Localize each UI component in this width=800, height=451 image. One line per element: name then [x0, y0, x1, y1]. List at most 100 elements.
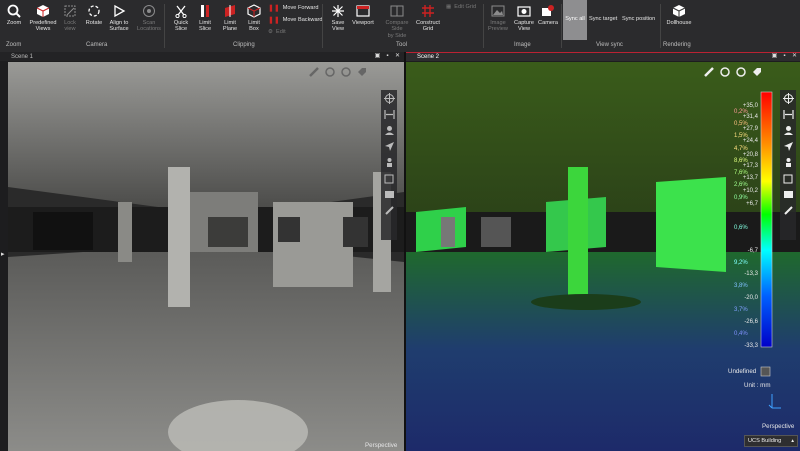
cube-icon — [34, 2, 52, 20]
scene1-viewport[interactable]: Perspective — [8, 62, 404, 451]
scan-location-icon — [140, 2, 158, 20]
move-forward-button[interactable]: ❚❚ Move Forward — [268, 4, 318, 12]
photo-icon[interactable] — [781, 186, 795, 202]
grid-icon — [419, 2, 437, 20]
group-label-view-sync: View sync — [596, 42, 623, 48]
pawn-icon[interactable] — [781, 154, 795, 170]
deviation-percent: 9,2% — [734, 260, 748, 266]
pawn-icon[interactable] — [382, 154, 396, 170]
ucs-dropdown[interactable]: UCS Building ▴ — [744, 435, 798, 447]
scene2-title-bar: Scene 2 — [406, 52, 800, 61]
fit-icon[interactable] — [382, 106, 396, 122]
scissors-icon — [172, 2, 190, 20]
scale-label: -20,0 — [744, 295, 758, 301]
deviation-percent: 0,9% — [734, 195, 748, 201]
rotate-button[interactable]: Rotate — [80, 2, 108, 26]
box-view-icon[interactable] — [781, 170, 795, 186]
scene2-viewport[interactable]: +35,0 +31,4 +27,9 +24,4 +20,8 +17,3 +13,… — [406, 62, 800, 451]
sync-target-button[interactable]: Sync target — [589, 16, 617, 22]
move-backward-button[interactable]: ❚❚ Move Backward — [268, 16, 323, 24]
move-backward-icon: ❚❚ — [268, 17, 280, 24]
camera-button[interactable]: Camera — [534, 2, 562, 26]
zoom-button[interactable]: Zoom — [0, 2, 28, 26]
fit-icon[interactable] — [781, 106, 795, 122]
navigate-icon[interactable] — [382, 138, 396, 154]
link-icon[interactable] — [781, 202, 795, 218]
sync-position-button[interactable]: Sync position — [622, 16, 655, 22]
viewport-button[interactable]: Viewport — [349, 2, 377, 26]
scale-label: +10,2 — [742, 188, 758, 194]
scene1-pin-button[interactable]: ▣ — [374, 53, 381, 60]
target-icon[interactable] — [382, 90, 396, 106]
scale-label: -6,7 — [747, 248, 758, 254]
scene2-pin-button[interactable]: ▣ — [771, 53, 778, 60]
scene1-maximize-button[interactable]: ▪ — [384, 53, 391, 60]
group-label-clipping: Clipping — [233, 42, 255, 48]
clipping-edit-button[interactable]: ⚙ Edit — [268, 29, 286, 35]
align-surface-icon — [110, 2, 128, 20]
image-preview-button[interactable]: Image Preview — [484, 2, 512, 33]
tag-icon[interactable] — [751, 66, 763, 78]
compare-side-by-side-button[interactable]: Compare Side by Side — [380, 2, 414, 39]
save-view-button[interactable]: Save View — [324, 2, 352, 33]
person-icon[interactable] — [382, 122, 396, 138]
deviation-percent: 4,7% — [734, 146, 748, 152]
scene2-close-button[interactable]: ✕ — [791, 53, 798, 60]
construct-grid-button[interactable]: Construct Grid — [414, 2, 442, 33]
ribbon-toolbar: Zoom Predefined Views Lock view Rotate A… — [0, 0, 800, 53]
separator — [660, 4, 661, 48]
group-label-zoom: Zoom — [6, 42, 22, 48]
scan-locations-button[interactable]: Scan Locations — [135, 2, 163, 33]
align-to-surface-button[interactable]: Align to Surface — [105, 2, 133, 33]
measure-point-icon[interactable] — [324, 66, 336, 78]
magnifier-icon — [5, 2, 23, 20]
image-icon — [489, 2, 507, 20]
measure-point-icon[interactable] — [719, 66, 731, 78]
rotate-icon — [85, 2, 103, 20]
deviation-percent: 0,4% — [734, 331, 748, 337]
save-view-icon — [329, 2, 347, 20]
deviation-percent: 2,6% — [734, 182, 748, 188]
measure-angle-icon[interactable] — [340, 66, 352, 78]
edit-grid-button[interactable]: ▦ Edit Grid — [446, 4, 476, 10]
ruler-icon[interactable] — [308, 66, 320, 78]
scene2-measure-tools — [703, 66, 763, 78]
scene2-maximize-button[interactable]: ▪ — [781, 53, 788, 60]
group-label-image: Image — [514, 42, 531, 48]
group-label-tool: Tool — [396, 42, 408, 48]
tag-icon[interactable] — [356, 66, 368, 78]
limit-box-button[interactable]: Limit Box — [240, 2, 268, 33]
navigate-icon[interactable] — [781, 138, 795, 154]
scene1-title-bar: Scene 1 — [0, 52, 404, 61]
group-label-camera: Camera — [86, 42, 108, 48]
scale-label: +6,7 — [746, 201, 758, 207]
separator — [322, 4, 323, 48]
scene1-perspective-label[interactable]: Perspective — [365, 442, 397, 449]
scene1-point-cloud — [8, 62, 404, 451]
edit-grid-icon: ▦ — [446, 4, 452, 10]
scene2-perspective-label[interactable]: Perspective — [762, 423, 794, 430]
deviation-percent: 3,7% — [734, 307, 748, 313]
photo-icon[interactable] — [382, 186, 396, 202]
expand-panel-icon[interactable]: ▸ — [1, 250, 5, 258]
ruler-icon[interactable] — [703, 66, 715, 78]
sync-all-button[interactable]: Sync all — [563, 0, 587, 40]
separator — [561, 4, 562, 48]
limit-slice-button[interactable]: Limit Slice — [191, 2, 219, 33]
chevron-up-icon: ▴ — [791, 438, 794, 444]
split-view-icon — [388, 2, 406, 20]
scale-label: -13,3 — [744, 271, 758, 277]
deviation-percent: 0,5% — [734, 121, 748, 127]
deviation-percent: 3,8% — [734, 283, 748, 289]
group-label-rendering: Rendering — [663, 42, 691, 48]
dollhouse-button[interactable]: Dollhouse — [664, 2, 694, 26]
predefined-views-button[interactable]: Predefined Views — [29, 2, 57, 33]
person-icon[interactable] — [781, 122, 795, 138]
link-icon[interactable] — [382, 202, 396, 218]
scene1-close-button[interactable]: ✕ — [394, 53, 401, 60]
box-view-icon[interactable] — [382, 170, 396, 186]
measure-angle-icon[interactable] — [735, 66, 747, 78]
scene1-side-toolbar — [381, 90, 397, 240]
limit-plane-icon — [221, 2, 239, 20]
target-icon[interactable] — [781, 90, 795, 106]
